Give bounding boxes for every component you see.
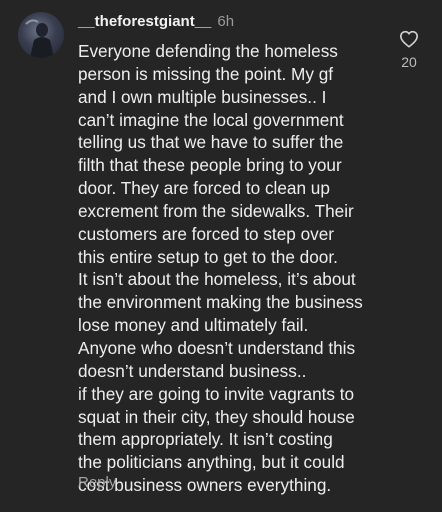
comment-line: Anyone who doesn’t understand this — [78, 337, 356, 358]
comment-line: cost business owners everything. — [78, 475, 332, 496]
comment-line: Everyone defending the homeless — [78, 41, 338, 61]
comment-header: __theforestgiant__ 6h — [78, 12, 234, 32]
comment-line: It isn’t about the homeless, it’s about — [78, 269, 356, 290]
avatar[interactable] — [18, 12, 64, 58]
comment-line: them appropriately. It isn’t costing — [78, 429, 333, 450]
comment-line: the politicians anything, but it could — [78, 452, 345, 473]
comment-line: this entire setup to get to the door. — [78, 246, 338, 267]
comment-line: excrement from the sidewalks. Their — [78, 200, 354, 221]
heart-outline-icon[interactable] — [394, 30, 424, 48]
comment-line: can’t imagine the local government — [78, 109, 344, 130]
comment-line: if they are going to invite vagrants to — [78, 383, 355, 404]
comment-line: filth that these people bring to your — [78, 155, 342, 176]
timestamp: 6h — [217, 13, 235, 30]
like-count: 20 — [401, 54, 417, 70]
comment-body: Everyone defending the homeless person i… — [78, 40, 378, 497]
comment-line: door. They are forced to clean up — [78, 178, 330, 199]
comment-line: doesn’t understand business.. — [78, 360, 307, 381]
avatar-photo — [25, 19, 54, 58]
username[interactable]: __theforestgiant__ — [78, 13, 211, 30]
comment-line: person is missing the point. My gf — [78, 63, 334, 84]
comment-line: the environment making the business — [78, 292, 363, 313]
comment-line: customers are forced to step over — [78, 223, 335, 244]
comment-line: lose money and ultimately fail. — [78, 315, 309, 336]
comment-line: and I own multiple businesses.. I — [78, 86, 327, 107]
like-button[interactable]: 20 — [394, 30, 424, 70]
comment-line: telling us that we have to suffer the — [78, 132, 344, 153]
comment-line: squat in their city, they should house — [78, 406, 355, 427]
reply-button[interactable]: Reply — [78, 474, 116, 491]
